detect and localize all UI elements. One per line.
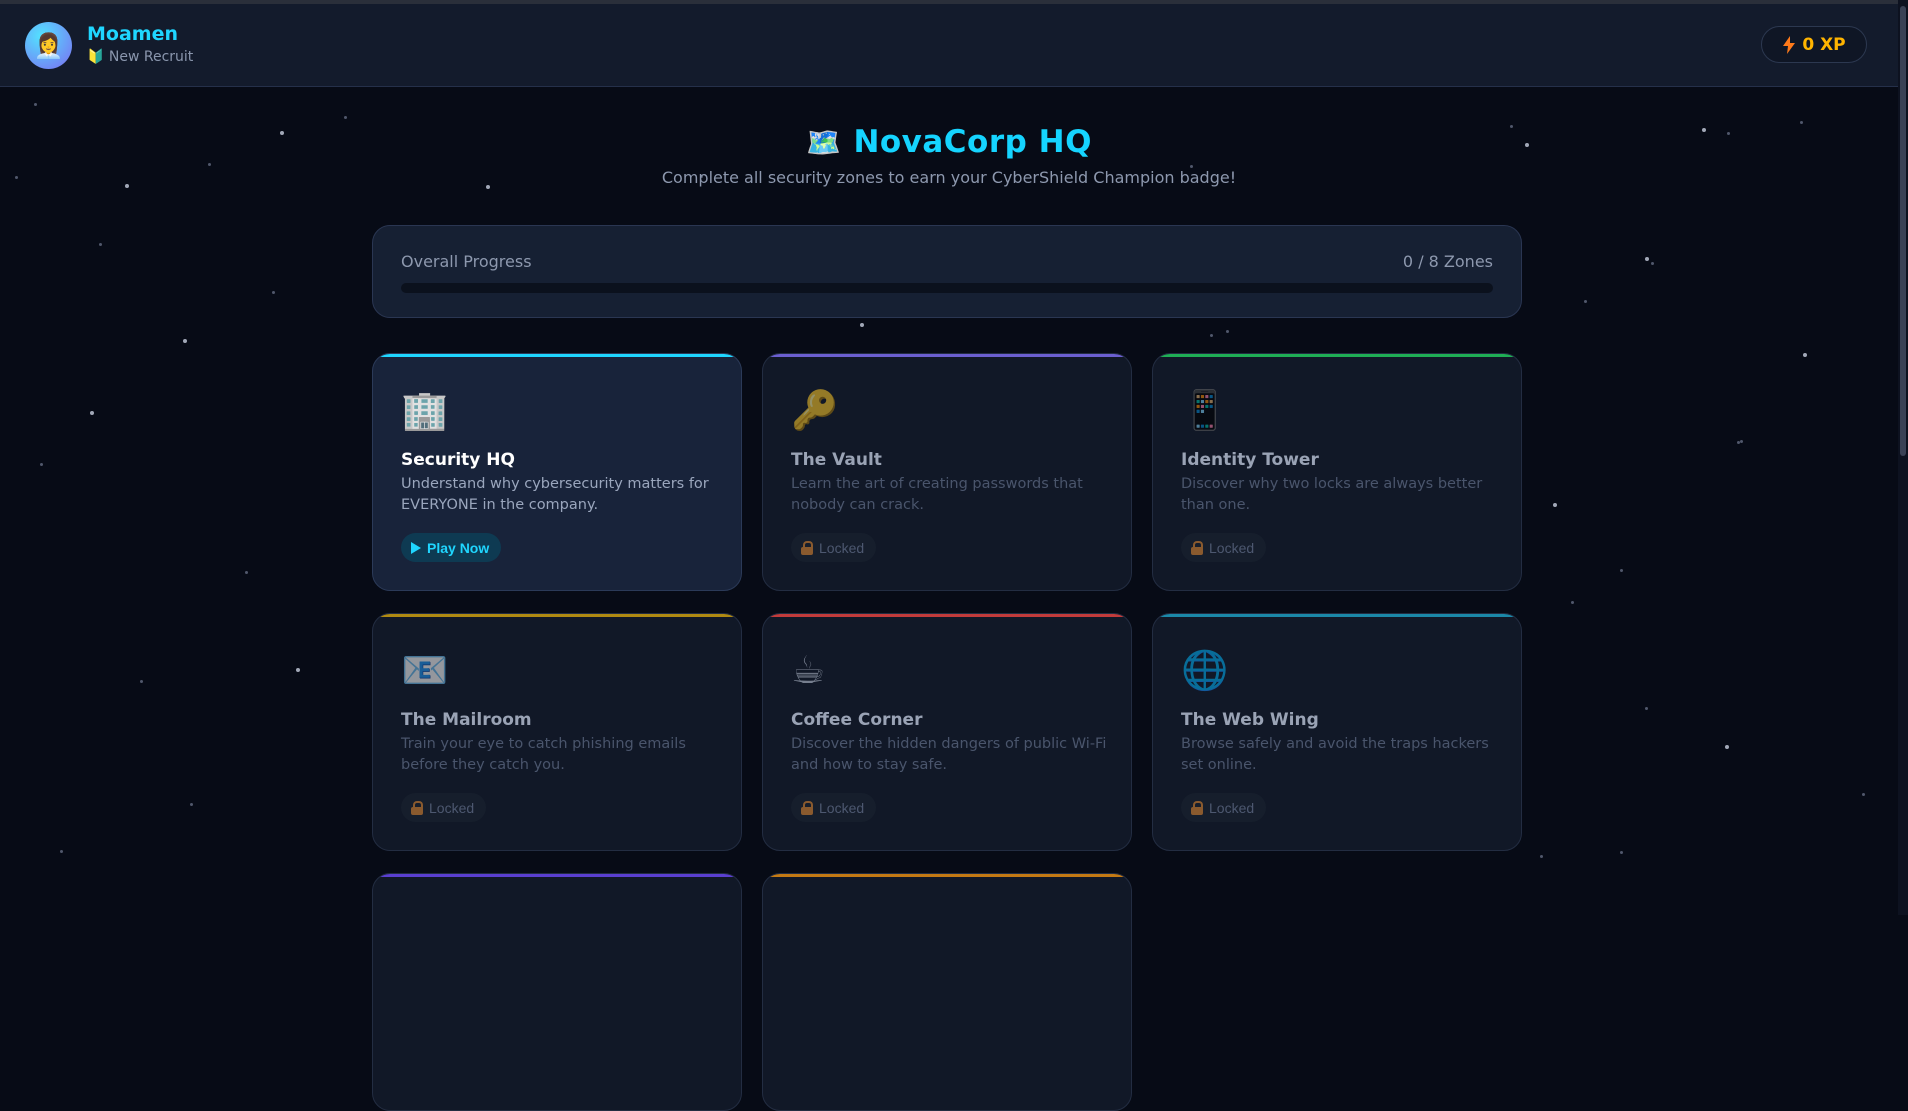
locked-badge: Locked [1181,793,1267,822]
locked-badge: Locked [1181,533,1267,562]
page-title: 🗺️ NovaCorp HQ [0,124,1898,160]
zone-title: The Vault [791,450,882,470]
zone-description: Browse safely and avoid the traps hacker… [1181,736,1489,773]
lightning-icon [1783,35,1796,54]
zone-status-label: Locked [819,539,865,556]
zone-title: Security HQ [401,450,515,470]
zone-status-label: Locked [1209,539,1255,556]
map-icon: 🗺️ [806,126,842,159]
zone-title: The Web Wing [1181,710,1319,730]
user-rank: 🔰 New Recruit [87,49,193,65]
locked-badge: Locked [401,793,487,822]
rank-label: New Recruit [108,49,194,65]
top-bar: 👩‍💼 Moamen 🔰 New Recruit 0 XP [0,0,1898,87]
play-now-button[interactable]: Play Now [401,533,502,562]
zone-card-identity-tower[interactable]: 📱 Identity Tower Discover why two locks ar… [1152,353,1522,591]
zone-icon: ☕ [791,648,826,692]
xp-badge: 0 XP [1761,26,1867,63]
progress-label: Overall Progress [401,252,532,271]
zone-accent-bar [763,354,1131,357]
lock-icon [1191,541,1203,555]
zone-accent-bar [763,874,1131,877]
zone-icon [791,906,839,954]
lock-icon [801,801,813,815]
zone-accent-bar [373,874,741,877]
zone-icon: 🔑 [791,388,839,432]
zone-description: Understand why cybersecurity matters for… [401,476,709,513]
locked-badge: Locked [791,793,877,822]
zone-accent-bar [373,614,741,617]
zone-icon: 🌐 [1181,648,1229,692]
progress-count: 0 / 8 Zones [1402,252,1493,271]
zone-card-the-web-wing[interactable]: 🌐 The Web Wing Browse safely and avoid the… [1152,613,1522,851]
username: Moamen [87,23,178,45]
zone-card-the-mailroom[interactable]: 📧 The Mailroom Train your eye to catch phi… [372,613,742,851]
avatar[interactable]: 👩‍💼 [25,22,72,69]
zone-title: Coffee Corner [791,710,923,730]
zone-description: Discover the hidden dangers of public Wi… [791,736,1107,773]
zone-icon: 📱 [1181,388,1229,432]
zone-card-the-vault[interactable]: 🔑 The Vault Learn the art of creating pass… [762,353,1132,591]
zone-status-label: Locked [429,799,475,816]
lock-icon [1191,801,1203,815]
zone-card-security-hq[interactable]: 🏢 Security HQ Understand why cybersecurity… [372,353,742,591]
scrollbar-thumb[interactable] [1900,6,1906,456]
zone-title: The Mailroom [401,710,532,730]
zone-description: Train your eye to catch phishing emails … [401,736,686,773]
zone-description: Discover why two locks are always better… [1181,476,1483,513]
zone-status-label: Locked [1209,799,1255,816]
zone-card-zone-8[interactable] [762,873,1132,1111]
play-icon [411,541,421,554]
rank-badge-icon: 🔰 [87,49,105,65]
zone-icon: 📧 [401,648,449,692]
zone-icon: 🏢 [401,388,449,432]
locked-badge: Locked [791,533,877,562]
lock-icon [801,541,813,555]
zone-card-coffee-corner[interactable]: ☕ Coffee Corner Discover the hidden danger… [762,613,1132,851]
zone-title: Identity Tower [1181,450,1319,470]
xp-value: 0 XP [1802,34,1846,55]
page-subtitle: Complete all security zones to earn your… [661,168,1237,187]
lock-icon [411,801,423,815]
zone-description: Learn the art of creating passwords that… [791,476,1083,513]
zone-icon [401,906,449,954]
zone-accent-bar [1153,354,1521,357]
zone-accent-bar [763,614,1131,617]
page-title-text: NovaCorp HQ [853,124,1092,160]
zone-status-label: Locked [819,799,865,816]
progress-bar [401,283,1493,293]
zone-accent-bar [1153,614,1521,617]
zone-accent-bar [373,354,741,357]
zone-status-label: Play Now [427,539,490,556]
overall-progress-card: Overall Progress 0 / 8 Zones [372,225,1522,318]
zone-card-zone-7[interactable] [372,873,742,1111]
